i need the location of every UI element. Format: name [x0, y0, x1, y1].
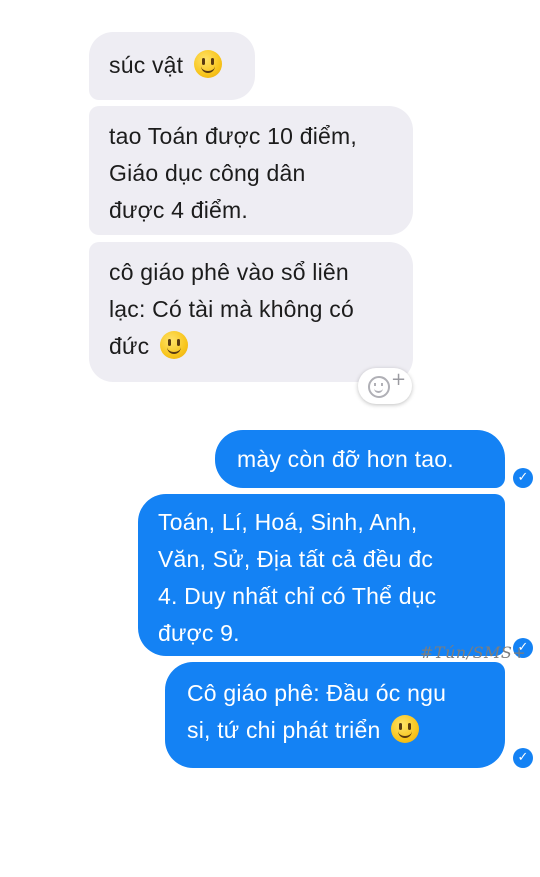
message-text-line: mày còn đỡ hơn tao. [237, 446, 454, 472]
slightly-smiling-face-emoji-icon [391, 715, 420, 743]
message-text-line: Cô giáo phê: Đầu óc ngu [187, 680, 447, 706]
message-text-line: 4. Duy nhất chỉ có Thể dục [158, 583, 437, 609]
message-text-line: Toán, Lí, Hoá, Sinh, Anh, [158, 509, 418, 535]
incoming-message[interactable]: tao Toán được 10 điểm, Giáo dục công dân… [89, 106, 413, 235]
message-text-line: đức [109, 333, 150, 359]
message-text-line: Văn, Sử, Địa tất cả đều đc [158, 546, 434, 572]
message-text-line: Giáo dục công dân [109, 160, 306, 186]
message-text-line: cô giáo phê vào sổ liên [109, 259, 349, 285]
message-text-line: si, tứ chi phát triển [187, 717, 381, 743]
add-reaction-button[interactable]: + [358, 368, 412, 404]
incoming-message[interactable]: cô giáo phê vào sổ liên lạc: Có tài mà k… [89, 242, 413, 382]
message-text-line: tao Toán được 10 điểm, [109, 123, 357, 149]
seen-check-icon: ✓ [513, 468, 533, 488]
add-reaction-icon [368, 376, 390, 398]
slightly-smiling-face-emoji-icon [159, 331, 188, 359]
plus-icon: + [391, 369, 407, 390]
incoming-message[interactable]: súc vật [89, 32, 255, 100]
message-text-line: lạc: Có tài mà không có [109, 296, 354, 322]
message-text-line: súc vật [109, 52, 184, 78]
slightly-smiling-face-emoji-icon [193, 50, 222, 78]
outgoing-message[interactable]: Toán, Lí, Hoá, Sinh, Anh, Văn, Sử, Địa t… [138, 494, 505, 656]
watermark-text: #Tún/SMS+ [420, 643, 527, 662]
outgoing-message[interactable]: mày còn đỡ hơn tao. [215, 430, 505, 488]
seen-check-icon: ✓ [513, 748, 533, 768]
outgoing-message[interactable]: Cô giáo phê: Đầu óc ngu si, tứ chi phát … [165, 662, 505, 768]
message-text-line: được 4 điểm. [109, 197, 248, 223]
